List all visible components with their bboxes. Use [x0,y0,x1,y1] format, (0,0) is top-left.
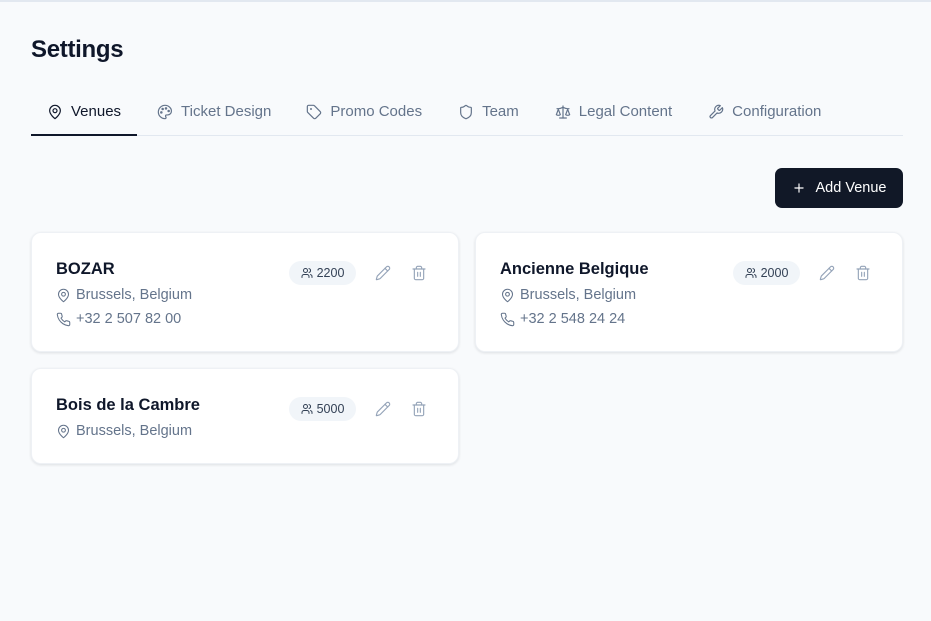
add-venue-label: Add Venue [815,180,887,196]
tab-team[interactable]: Team [440,88,537,135]
venue-phone-text: +32 2 548 24 24 [520,311,626,327]
delete-venue-button[interactable] [409,263,429,283]
venue-phone: +32 2 548 24 24 [500,311,625,327]
tab-legal-content[interactable]: Legal Content [537,88,690,135]
add-venue-button[interactable]: Add Venue [775,168,903,208]
settings-tabs: Venues Ticket Design Promo Codes Team Le… [31,88,903,136]
delete-venue-button[interactable] [409,399,429,419]
capacity-value: 2200 [316,266,345,280]
venue-location: Brussels, Belgium [56,423,192,439]
venue-card: Bois de la Cambre Brussels, Belgium 5000 [31,368,459,464]
trash-icon [412,401,426,417]
users-icon [301,268,313,278]
plus-icon [793,183,804,193]
venue-card: Ancienne Belgique Brussels, Belgium +32 … [475,232,903,352]
page-title: Settings [31,36,124,63]
top-border [0,0,931,2]
venue-phone: +32 2 507 82 00 [56,311,181,327]
capacity-badge: 5000 [289,397,356,421]
capacity-badge: 2000 [733,261,800,285]
capacity-value: 2000 [760,266,789,280]
edit-venue-button[interactable] [817,263,837,283]
tab-configuration[interactable]: Configuration [690,88,839,135]
pencil-icon [819,265,835,281]
wrench-icon [709,104,724,119]
map-pin-icon [49,104,61,119]
venue-location-text: Brussels, Belgium [520,287,637,303]
tab-label: Promo Codes [330,103,423,120]
map-pin-icon [501,288,514,302]
tab-promo-codes[interactable]: Promo Codes [288,88,440,135]
tag-icon [307,104,322,119]
venue-name: Bois de la Cambre [56,396,200,414]
pencil-icon [375,401,391,417]
venue-location: Brussels, Belgium [500,287,636,303]
capacity-value: 5000 [316,402,345,416]
venue-phone-text: +32 2 507 82 00 [76,311,182,327]
phone-icon [500,312,515,326]
tab-label: Legal Content [578,103,673,120]
venue-card: BOZAR Brussels, Belgium +32 2 507 82 00 … [31,232,459,352]
capacity-badge: 2200 [289,261,356,285]
edit-venue-button[interactable] [373,263,393,283]
map-pin-icon [57,424,70,438]
tab-label: Ticket Design [181,103,272,120]
palette-icon [157,104,173,119]
trash-icon [856,265,870,281]
trash-icon [412,265,426,281]
venue-name: BOZAR [56,260,115,278]
phone-icon [56,312,71,326]
users-icon [745,268,757,278]
tab-label: Configuration [732,103,822,120]
map-pin-icon [57,288,70,302]
venue-location: Brussels, Belgium [56,287,192,303]
users-icon [301,404,313,414]
edit-venue-button[interactable] [373,399,393,419]
tab-ticket-design[interactable]: Ticket Design [137,88,288,135]
tab-venues[interactable]: Venues [31,88,138,136]
venue-location-text: Brussels, Belgium [76,423,193,439]
venue-name: Ancienne Belgique [500,260,649,278]
venue-location-text: Brussels, Belgium [76,287,193,303]
pencil-icon [375,265,391,281]
shield-icon [460,104,473,119]
tab-label: Team [482,103,519,120]
scale-icon [555,104,571,119]
tab-label: Venues [71,103,122,120]
delete-venue-button[interactable] [853,263,873,283]
